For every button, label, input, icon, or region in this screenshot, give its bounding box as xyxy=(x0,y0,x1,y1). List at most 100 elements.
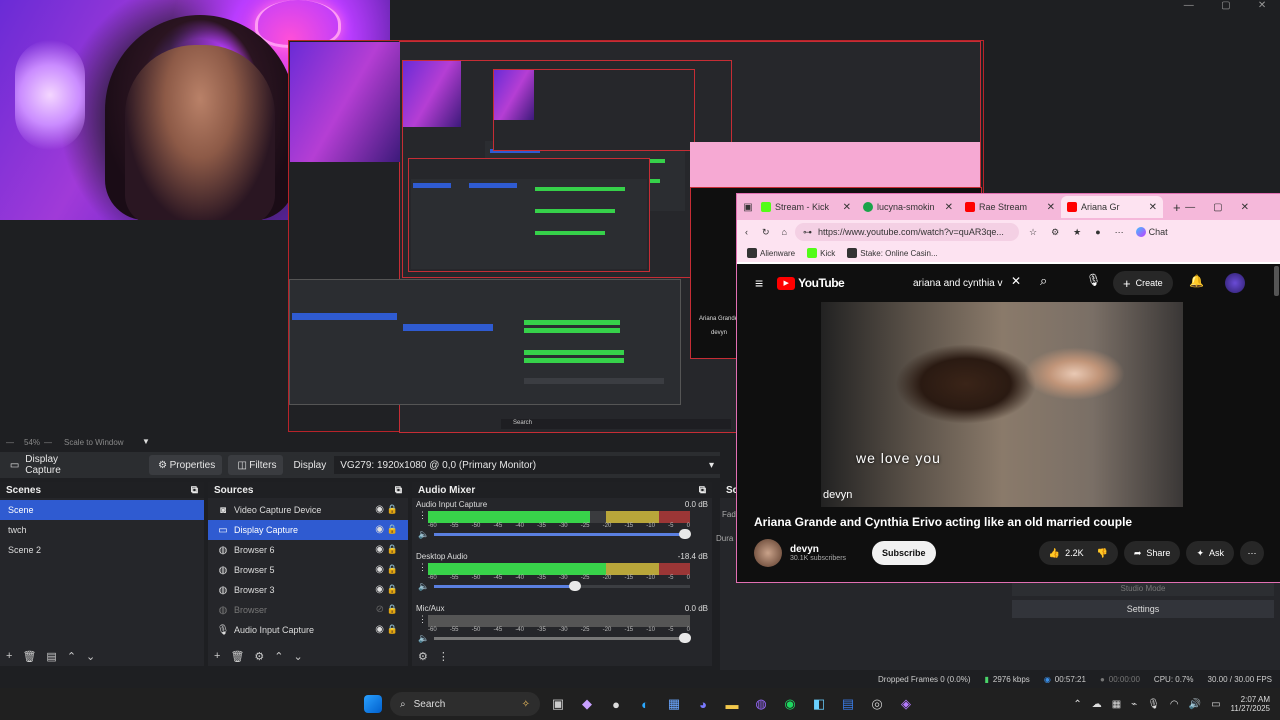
app-icon[interactable]: ◍ xyxy=(750,693,772,715)
mixer-menu-icon[interactable]: ⋮ xyxy=(438,650,449,663)
close-tab-icon[interactable]: ✕ xyxy=(945,202,953,213)
volume-slider-handle[interactable] xyxy=(678,529,691,539)
lock-icon[interactable]: 🔒 xyxy=(387,504,398,515)
source-item[interactable]: ◙ Video Capture Device ◉ 🔒 xyxy=(208,500,408,520)
source-item[interactable]: ▭ Display Capture ◉ 🔒 xyxy=(208,520,408,540)
close-tab-icon[interactable]: ✕ xyxy=(1047,202,1055,213)
clock[interactable]: 2:07 AM 11/27/2025 xyxy=(1231,695,1270,713)
clear-search-icon[interactable]: ✕ xyxy=(1011,274,1021,288)
lock-icon[interactable]: 🔒 xyxy=(387,584,398,595)
move-up-button[interactable]: ⌃ xyxy=(67,650,76,663)
move-down-button[interactable]: ⌄ xyxy=(86,650,95,663)
source-item[interactable]: ◍ Browser ⊘ 🔒 xyxy=(208,600,408,620)
move-up-button[interactable]: ⌃ xyxy=(274,650,283,663)
bookmark[interactable]: Kick xyxy=(807,248,835,258)
dock-float-icon[interactable]: ⧉ xyxy=(395,485,402,496)
lock-icon[interactable]: 🔒 xyxy=(387,604,398,615)
dock-float-icon[interactable]: ⧉ xyxy=(191,485,198,496)
source-item[interactable]: 🎙 Audio Input Capture ◉ 🔒 xyxy=(208,620,408,640)
browser-tab[interactable]: Stream - Kick ✕ xyxy=(755,196,857,218)
remove-source-button[interactable]: 🗑 xyxy=(230,650,244,663)
lock-icon[interactable]: 🔒 xyxy=(387,544,398,555)
twitch-icon[interactable]: ◈ xyxy=(895,693,917,715)
scrollbar[interactable] xyxy=(1274,266,1279,296)
like-button[interactable]: 👍 2.2K 👎 xyxy=(1038,541,1118,565)
task-view-icon[interactable]: ▣ xyxy=(547,693,569,715)
remove-scene-button[interactable]: 🗑 xyxy=(22,650,36,663)
copilot-chat-button[interactable]: Chat xyxy=(1135,227,1168,237)
spotify-icon[interactable]: ◉ xyxy=(779,693,801,715)
bookmark[interactable]: Alienware xyxy=(747,248,795,258)
channel-menu-icon[interactable]: ⋮ xyxy=(418,562,427,573)
ask-button[interactable]: ✦ Ask xyxy=(1186,541,1234,565)
eye-icon[interactable]: ◉ xyxy=(375,504,384,515)
chrome-icon[interactable]: ◎ xyxy=(866,693,888,715)
app-icon[interactable]: ◧ xyxy=(808,693,830,715)
notifications-bell-icon[interactable]: 🔔 xyxy=(1189,274,1204,288)
chevron-down-icon[interactable]: ▼ xyxy=(142,437,150,446)
share-button[interactable]: ➦ Share xyxy=(1123,541,1181,565)
zoom-plus-icon[interactable]: — xyxy=(44,438,52,447)
more-menu-icon[interactable]: ⋯ xyxy=(1115,227,1124,238)
channel-avatar[interactable] xyxy=(754,539,782,567)
subscribe-button[interactable]: Subscribe xyxy=(872,541,936,565)
edge-icon[interactable]: ◐ xyxy=(634,693,656,715)
close-button[interactable]: ✕ xyxy=(1258,0,1266,14)
more-actions-button[interactable]: ⋯ xyxy=(1240,541,1264,565)
eye-icon[interactable]: ◉ xyxy=(375,524,384,535)
video-player[interactable]: we love you devyn xyxy=(821,302,1183,507)
channel-menu-icon[interactable]: ⋮ xyxy=(418,614,427,625)
channel-menu-icon[interactable]: ⋮ xyxy=(418,510,427,521)
scene-item[interactable]: Scene 2 xyxy=(0,540,204,560)
tray-overflow-icon[interactable]: ⌃ xyxy=(1073,699,1081,710)
discord-icon[interactable]: ◕ xyxy=(692,693,714,715)
volume-slider[interactable] xyxy=(434,529,691,539)
volume-icon[interactable]: 🔊 xyxy=(1189,699,1201,710)
hamburger-menu-icon[interactable]: ≡ xyxy=(755,275,763,291)
move-down-button[interactable]: ⌄ xyxy=(294,650,303,663)
eye-hidden-icon[interactable]: ⊘ xyxy=(376,604,384,615)
properties-button[interactable]: ⚙ Properties xyxy=(148,455,223,475)
back-icon[interactable]: ‹ xyxy=(745,227,748,237)
network-icon[interactable]: ▦ xyxy=(1112,699,1121,710)
new-tab-button[interactable]: + xyxy=(1173,200,1181,215)
microphone-icon[interactable]: 🎙 xyxy=(1147,699,1160,710)
lock-icon[interactable]: 🔒 xyxy=(387,564,398,575)
taskbar-search[interactable]: ⌕ Search ✧ xyxy=(390,692,540,716)
source-item[interactable]: ◍ Browser 5 ◉ 🔒 xyxy=(208,560,408,580)
display-select[interactable]: VG279: 1920x1080 @ 0,0 (Primary Monitor)… xyxy=(334,456,720,474)
create-button[interactable]: + Create xyxy=(1113,271,1173,295)
zoom-minus-icon[interactable]: — xyxy=(6,438,14,447)
eye-icon[interactable]: ◉ xyxy=(375,544,384,555)
thumbs-down-icon[interactable]: 👎 xyxy=(1097,548,1108,559)
eye-icon[interactable]: ◉ xyxy=(375,584,384,595)
source-item[interactable]: ◍ Browser 3 ◉ 🔒 xyxy=(208,580,408,600)
settings-button[interactable]: Settings xyxy=(1012,600,1274,618)
volume-slider[interactable] xyxy=(434,581,690,591)
sidebar-icon[interactable]: ▣ xyxy=(741,200,755,214)
scene-filters-button[interactable]: ▤ xyxy=(46,650,56,663)
add-scene-button[interactable]: + xyxy=(6,650,12,662)
browser-tab[interactable]: lucyna-smokin ✕ xyxy=(857,196,959,218)
dock-float-icon[interactable]: ⧉ xyxy=(699,485,706,496)
eye-icon[interactable]: ◉ xyxy=(375,624,384,635)
volume-slider-handle[interactable] xyxy=(568,581,581,591)
onedrive-icon[interactable]: ☁ xyxy=(1092,699,1102,710)
scene-item[interactable]: Scene xyxy=(0,500,204,520)
store-icon[interactable]: ▦ xyxy=(663,693,685,715)
minimize-button[interactable]: — xyxy=(1184,0,1194,14)
volume-slider[interactable] xyxy=(434,633,691,643)
url-field[interactable]: ⊶ https://www.youtube.com/watch?v=quAR3q… xyxy=(794,223,1019,241)
favorites-icon[interactable]: ★ xyxy=(1073,227,1081,238)
usb-icon[interactable]: ⌁ xyxy=(1131,699,1137,710)
microphone-icon[interactable]: 🎙 xyxy=(1086,273,1101,287)
bookmark[interactable]: Stake: Online Casin... xyxy=(847,248,938,258)
channel-name[interactable]: devyn xyxy=(790,544,846,555)
favorite-star-icon[interactable]: ☆ xyxy=(1029,227,1037,238)
speaker-icon[interactable]: 🔈 xyxy=(418,529,429,540)
browser-window-controls[interactable]: —▢✕ xyxy=(1185,202,1267,213)
speaker-icon[interactable]: 🔈 xyxy=(418,581,429,592)
lock-icon[interactable]: 🔒 xyxy=(387,624,398,635)
filters-button[interactable]: ◫ Filters xyxy=(228,455,284,475)
browser-tab[interactable]: Rae Stream ✕ xyxy=(959,196,1061,218)
